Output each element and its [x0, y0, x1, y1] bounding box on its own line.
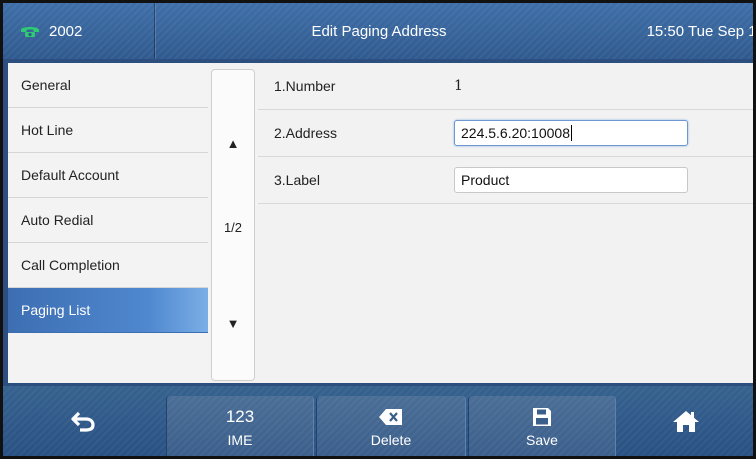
address-input[interactable]: 224.5.6.20:10008 — [454, 120, 688, 146]
back-arrow-icon — [70, 410, 96, 432]
delete-button[interactable]: Delete — [316, 396, 466, 456]
ime-label: IME — [227, 431, 253, 448]
menu-item-label: Default Account — [21, 167, 120, 183]
page-indicator: 1/2 — [223, 220, 243, 235]
scroll-down-icon[interactable]: ▼ — [212, 316, 254, 331]
softkey-bar: 123 IME Delete Save — [3, 386, 753, 456]
menu-item-auto-redial[interactable]: Auto Redial — [8, 198, 208, 243]
paging-address-form: 1.Number 1 2.Address 224.5.6.20:10008 3.… — [258, 63, 753, 383]
menu-item-label: General — [21, 77, 71, 93]
menu-pager: ▲ 1/2 ▼ — [211, 69, 255, 381]
main-content: General Hot Line Default Account Auto Re… — [8, 63, 753, 383]
label-label: 3.Label — [274, 172, 320, 188]
page-title: Edit Paging Address — [311, 22, 447, 40]
menu-item-paging-list[interactable]: Paging List — [8, 288, 208, 333]
back-button[interactable] — [3, 386, 163, 456]
ime-button[interactable]: 123 IME — [166, 396, 314, 456]
address-row: 2.Address 224.5.6.20:10008 — [258, 110, 753, 157]
menu-item-hot-line[interactable]: Hot Line — [8, 108, 208, 153]
number-label: 1.Number — [274, 78, 336, 94]
phone-icon — [19, 24, 41, 38]
menu-item-label: Hot Line — [21, 122, 74, 138]
date-time: 15:50 Tue Sep 16 — [646, 22, 756, 40]
address-label: 2.Address — [274, 125, 338, 141]
menu-item-label: Paging List — [21, 302, 91, 318]
label-row: 3.Label Product — [258, 157, 753, 204]
number-value: 1 — [454, 78, 463, 94]
label-input[interactable]: Product — [454, 167, 688, 193]
ime-mode-value: 123 — [225, 406, 255, 426]
menu-item-label: Call Completion — [21, 257, 120, 273]
save-label: Save — [526, 431, 558, 448]
floppy-disk-icon — [532, 405, 552, 429]
label-input-value: Product — [461, 172, 510, 188]
menu-item-default-account[interactable]: Default Account — [8, 153, 208, 198]
phone-screen: 2002 Edit Paging Address 15:50 Tue Sep 1… — [0, 0, 756, 459]
scroll-up-icon[interactable]: ▲ — [212, 136, 254, 151]
backspace-icon — [378, 405, 404, 429]
menu-item-label: Auto Redial — [21, 212, 94, 228]
home-button[interactable] — [619, 386, 753, 456]
menu-item-call-completion[interactable]: Call Completion — [8, 243, 208, 288]
address-input-value: 224.5.6.20:10008 — [461, 125, 570, 141]
status-bar: 2002 Edit Paging Address 15:50 Tue Sep 1… — [3, 3, 753, 59]
home-icon — [672, 409, 700, 433]
settings-menu: General Hot Line Default Account Auto Re… — [8, 63, 208, 383]
account-number: 2002 — [49, 22, 83, 40]
number-row: 1.Number 1 — [258, 63, 753, 110]
text-cursor — [571, 125, 572, 141]
delete-label: Delete — [370, 431, 412, 448]
account-indicator[interactable]: 2002 — [3, 3, 155, 59]
save-button[interactable]: Save — [468, 396, 616, 456]
menu-item-general[interactable]: General — [8, 63, 208, 108]
